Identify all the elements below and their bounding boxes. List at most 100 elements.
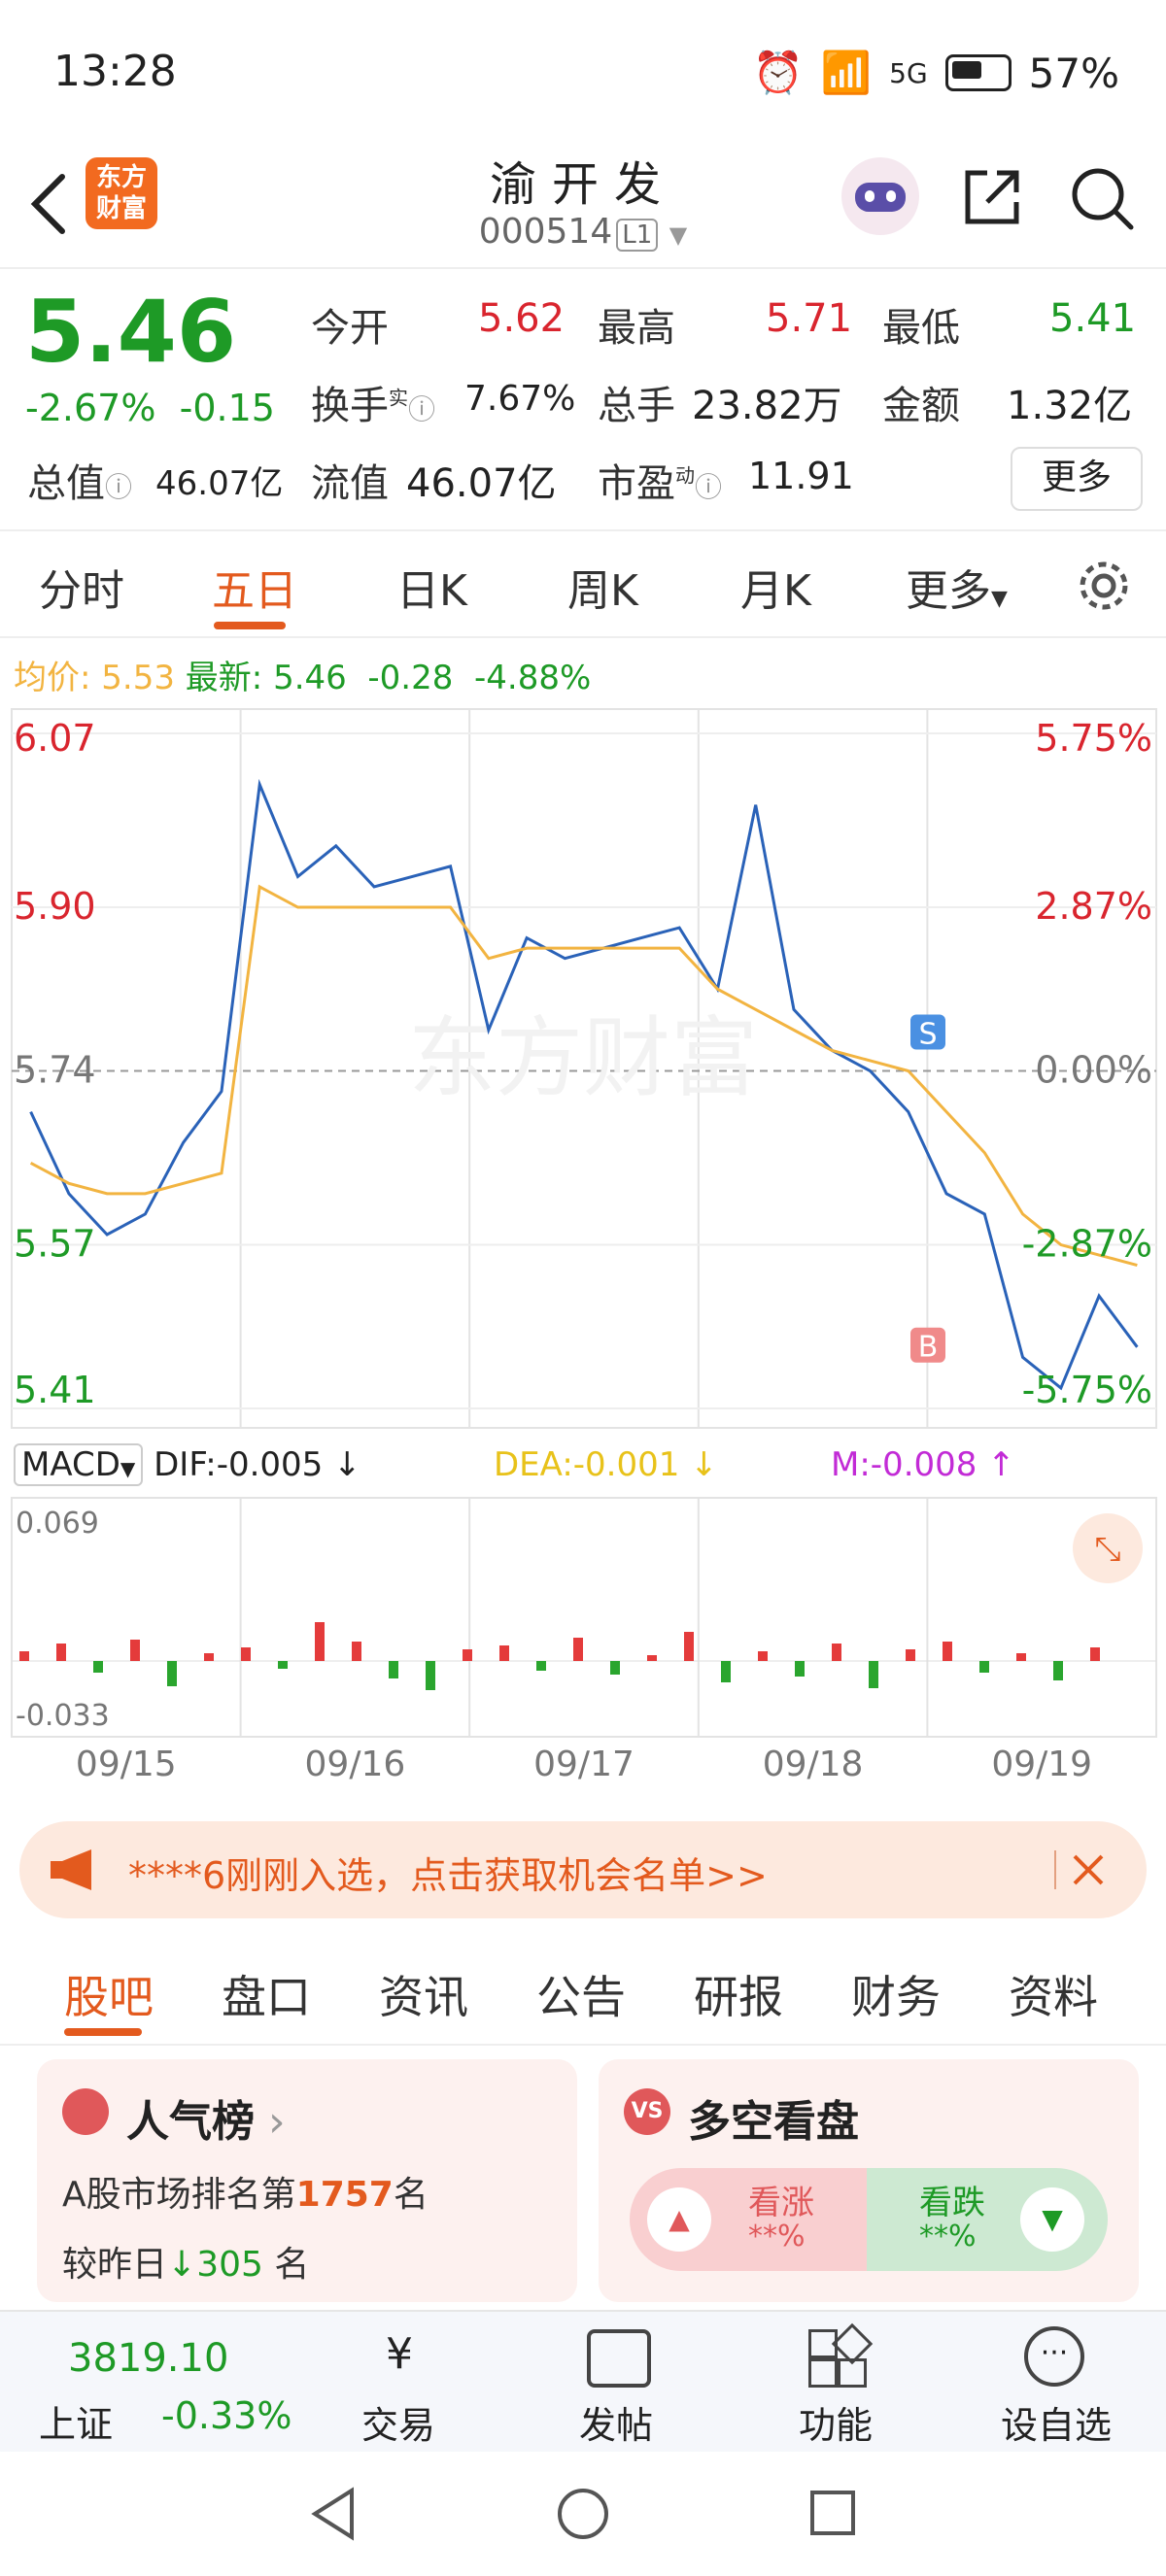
amount-value: 1.32亿 <box>1007 384 1133 428</box>
macd-top-label: 0.069 <box>16 1507 99 1541</box>
tab-month-k[interactable]: 月K <box>740 556 811 618</box>
macd-bar <box>1053 1661 1063 1680</box>
tab-profile[interactable]: 资料 <box>1009 1962 1098 2026</box>
y-tick-right: 2.87% <box>1035 885 1152 928</box>
price-chart[interactable]: 东方财富 S B 6.07 5.90 5.74 5.57 5.41 5.75% 2.87% 0.00… <box>0 704 1166 1438</box>
tab-five-day[interactable]: 五日 <box>212 556 297 618</box>
divider <box>0 636 1166 638</box>
macd-bar <box>204 1653 214 1661</box>
level-badge: L1 <box>616 219 659 252</box>
network-label: 5G <box>889 56 928 89</box>
macd-bar <box>610 1661 620 1675</box>
watermark: 东方财富 <box>408 1007 758 1109</box>
watchlist-label[interactable]: 设自选 <box>1001 2395 1112 2449</box>
macd-bar <box>979 1661 989 1673</box>
mktcap-label: 总值ⓘ <box>27 461 133 506</box>
y-tick-right: -2.87% <box>1022 1223 1152 1266</box>
more-button[interactable]: 更多 <box>1011 447 1143 511</box>
recents-square-icon[interactable] <box>808 2489 857 2537</box>
tab-finance[interactable]: 财务 <box>851 1962 941 2026</box>
macd-bar <box>943 1642 952 1661</box>
macd-bar <box>721 1661 731 1682</box>
search-icon[interactable] <box>1067 163 1137 233</box>
macd-bar <box>241 1647 251 1661</box>
macd-bar <box>130 1640 140 1661</box>
robot-avatar-icon[interactable] <box>841 157 919 235</box>
bullish-value: **% <box>748 2220 806 2254</box>
tab-research[interactable]: 研报 <box>694 1962 783 2026</box>
popularity-compare: 较昨日↓305 名 <box>62 2245 310 2285</box>
macd-bar <box>758 1651 768 1661</box>
tab-fenshi[interactable]: 分时 <box>39 556 124 618</box>
current-price: 5.46 <box>25 282 237 382</box>
chevron-down-icon: ▼ <box>669 221 688 249</box>
y-tick-right: 0.00% <box>1035 1049 1152 1092</box>
index-change[interactable]: -0.33% <box>161 2394 292 2437</box>
yen-icon[interactable]: ¥ <box>364 2329 434 2388</box>
tab-day-k[interactable]: 日K <box>396 556 467 618</box>
macd-bar <box>906 1649 915 1661</box>
close-icon[interactable] <box>1069 1850 1108 1889</box>
tab-pankou[interactable]: 盘口 <box>222 1962 311 2026</box>
low-label: 最低 <box>882 306 960 351</box>
macd-bar <box>869 1661 878 1688</box>
banner-text[interactable]: ****6刚刚入选，点击获取机会名单>> <box>128 1846 768 1899</box>
x-tick-label: 09/15 <box>76 1745 177 1784</box>
y-tick-left: 5.90 <box>14 885 96 928</box>
x-tick-label: 09/19 <box>991 1745 1092 1784</box>
tab-guba[interactable]: 股吧 <box>64 1962 154 2026</box>
chart-bar-icon <box>62 2088 109 2135</box>
macd-bar <box>167 1661 177 1686</box>
macd-bar <box>93 1661 103 1673</box>
open-label: 今开 <box>311 306 389 351</box>
share-icon[interactable] <box>958 163 1026 231</box>
amount-label: 金额 <box>882 384 960 428</box>
trade-label[interactable]: 交易 <box>361 2395 435 2449</box>
marker-label: B <box>918 1331 939 1365</box>
up-arrow-icon[interactable]: ▲ <box>647 2187 711 2252</box>
y-tick-right: -5.75% <box>1022 1369 1152 1411</box>
tab-news[interactable]: 资讯 <box>379 1962 468 2026</box>
home-circle-icon[interactable] <box>556 2487 610 2541</box>
macd-bar <box>499 1645 509 1661</box>
y-tick-left: 5.41 <box>14 1369 96 1411</box>
tab-active-indicator <box>64 2028 142 2036</box>
grid-icon[interactable] <box>808 2322 874 2388</box>
float-label: 流值 <box>311 461 389 506</box>
avg-info-line: 均价: 5.53 最新: 5.46 -0.28 -4.88% <box>14 659 592 697</box>
bearish-value: **% <box>919 2220 977 2254</box>
back-triangle-icon[interactable] <box>309 2487 358 2541</box>
volume-value: 23.82万 <box>692 384 842 428</box>
status-bar: 13:28 ⏰ 📶 5G 57% <box>0 0 1166 146</box>
gear-icon[interactable] <box>1074 556 1134 616</box>
low-value: 5.41 <box>1049 296 1137 341</box>
index-value[interactable]: 3819.10 <box>68 2336 228 2381</box>
func-label[interactable]: 功能 <box>799 2395 873 2449</box>
open-value: 5.62 <box>478 296 566 341</box>
bullish-label: 看涨 <box>748 2184 814 2222</box>
change-text: -2.67% -0.15 <box>25 387 275 429</box>
x-tick-label: 09/16 <box>305 1745 406 1784</box>
wifi-icon: 📶 <box>820 49 873 96</box>
marker-label: S <box>918 1018 937 1052</box>
divider <box>0 2044 1166 2046</box>
pe-label: 市盈动ⓘ <box>598 461 723 506</box>
alarm-icon: ⏰ <box>752 49 804 96</box>
macd-bar <box>426 1661 435 1690</box>
macd-bar <box>647 1655 657 1661</box>
macd-bar <box>1090 1647 1100 1661</box>
macd-bar <box>536 1661 546 1671</box>
more-dots-icon[interactable]: ··· <box>1024 2326 1084 2387</box>
macd-frame <box>11 1497 1157 1738</box>
pe-value: 11.91 <box>748 455 854 497</box>
down-arrow-icon[interactable]: ▼ <box>1020 2187 1084 2252</box>
tab-announce[interactable]: 公告 <box>536 1962 626 2026</box>
float-value: 46.07亿 <box>406 461 557 506</box>
tab-week-k[interactable]: 周K <box>567 556 638 618</box>
macd-chart[interactable]: 0.069 -0.033 ⤡ 09/15 09/16 09/17 09/18 09/19 <box>0 1428 1166 1792</box>
edit-icon[interactable] <box>587 2329 651 2388</box>
high-label: 最高 <box>598 306 675 351</box>
tab-more[interactable]: 更多▼ <box>906 556 1008 618</box>
post-label[interactable]: 发帖 <box>579 2395 653 2449</box>
index-name[interactable]: 上证 <box>39 2394 113 2448</box>
